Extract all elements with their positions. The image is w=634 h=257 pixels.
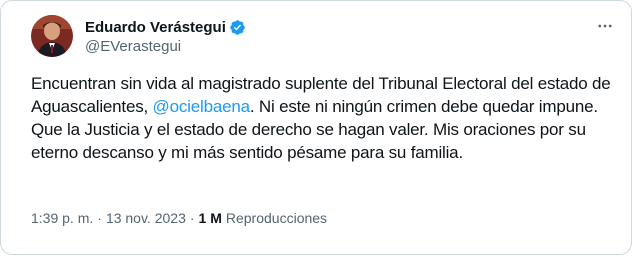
mention-link[interactable]: @ocielbaena	[153, 97, 250, 116]
verified-badge-icon	[229, 19, 246, 36]
tweet-header: Eduardo Verástegui @EVerastegui	[31, 14, 615, 58]
separator-dot: ·	[97, 210, 102, 226]
more-horizontal-icon	[598, 24, 612, 28]
author-handle[interactable]: @EVerastegui	[85, 38, 246, 55]
more-options-button[interactable]	[595, 16, 615, 36]
author-avatar[interactable]	[31, 15, 73, 57]
separator-dot: ·	[189, 210, 195, 226]
author-display-name[interactable]: Eduardo Verástegui	[85, 19, 226, 36]
name-row: Eduardo Verástegui	[85, 17, 246, 37]
tweet-date[interactable]: 13 nov. 2023	[106, 210, 186, 226]
views-label: Reproducciones	[225, 210, 328, 226]
tweet-card: Eduardo Verástegui @EVerastegui Encuentr…	[0, 0, 632, 255]
profile-photo-icon	[31, 15, 73, 57]
tweet-metadata: 1:39 p. m. · 13 nov. 2023 · 1 M Reproduc…	[31, 210, 327, 226]
author-names: Eduardo Verástegui @EVerastegui	[85, 17, 246, 55]
views-count: 1 M	[198, 210, 222, 226]
tweet-time[interactable]: 1:39 p. m.	[31, 210, 93, 226]
tweet-text: Encuentran sin vida al magistrado suplen…	[31, 72, 611, 164]
